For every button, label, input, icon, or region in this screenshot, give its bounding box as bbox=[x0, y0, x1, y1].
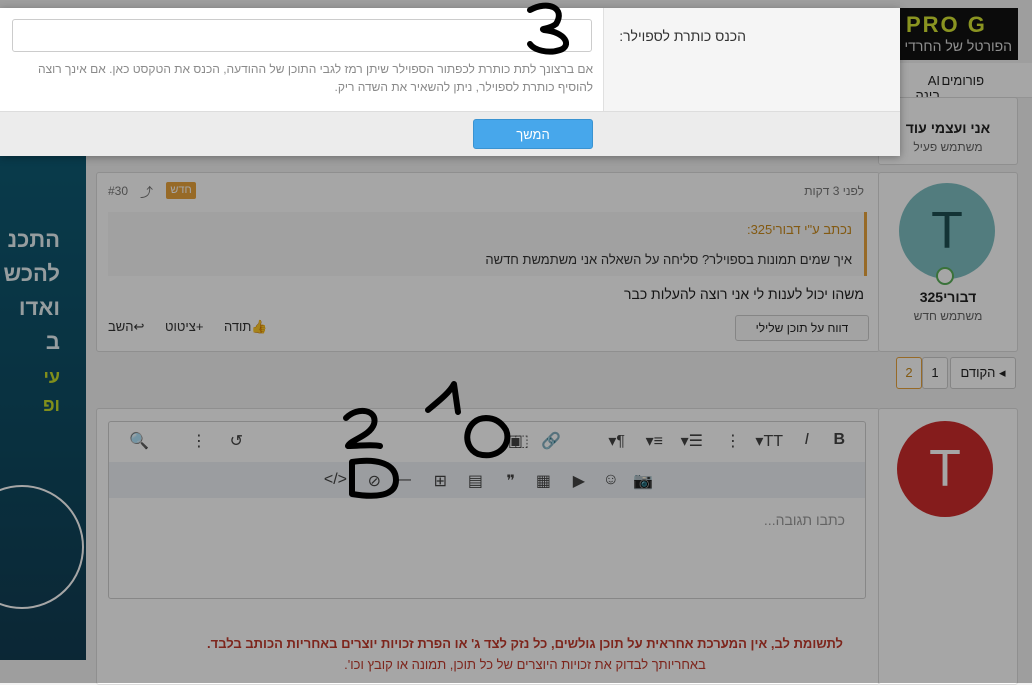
dialog-footer: המשך bbox=[0, 111, 900, 156]
spoiler-title-label: הכנס כותרת לספוילר: bbox=[619, 28, 746, 44]
dialog-label-column: הכנס כותרת לספוילר: bbox=[603, 8, 900, 111]
spoiler-title-hint: אם ברצונך לתת כותרת לכפתור הספוילר שיתן … bbox=[38, 62, 593, 94]
continue-button[interactable]: המשך bbox=[473, 119, 593, 149]
spoiler-title-dialog: הכנס כותרת לספוילר: אם ברצונך לתת כותרת … bbox=[0, 8, 900, 156]
spoiler-title-input[interactable] bbox=[12, 19, 592, 52]
